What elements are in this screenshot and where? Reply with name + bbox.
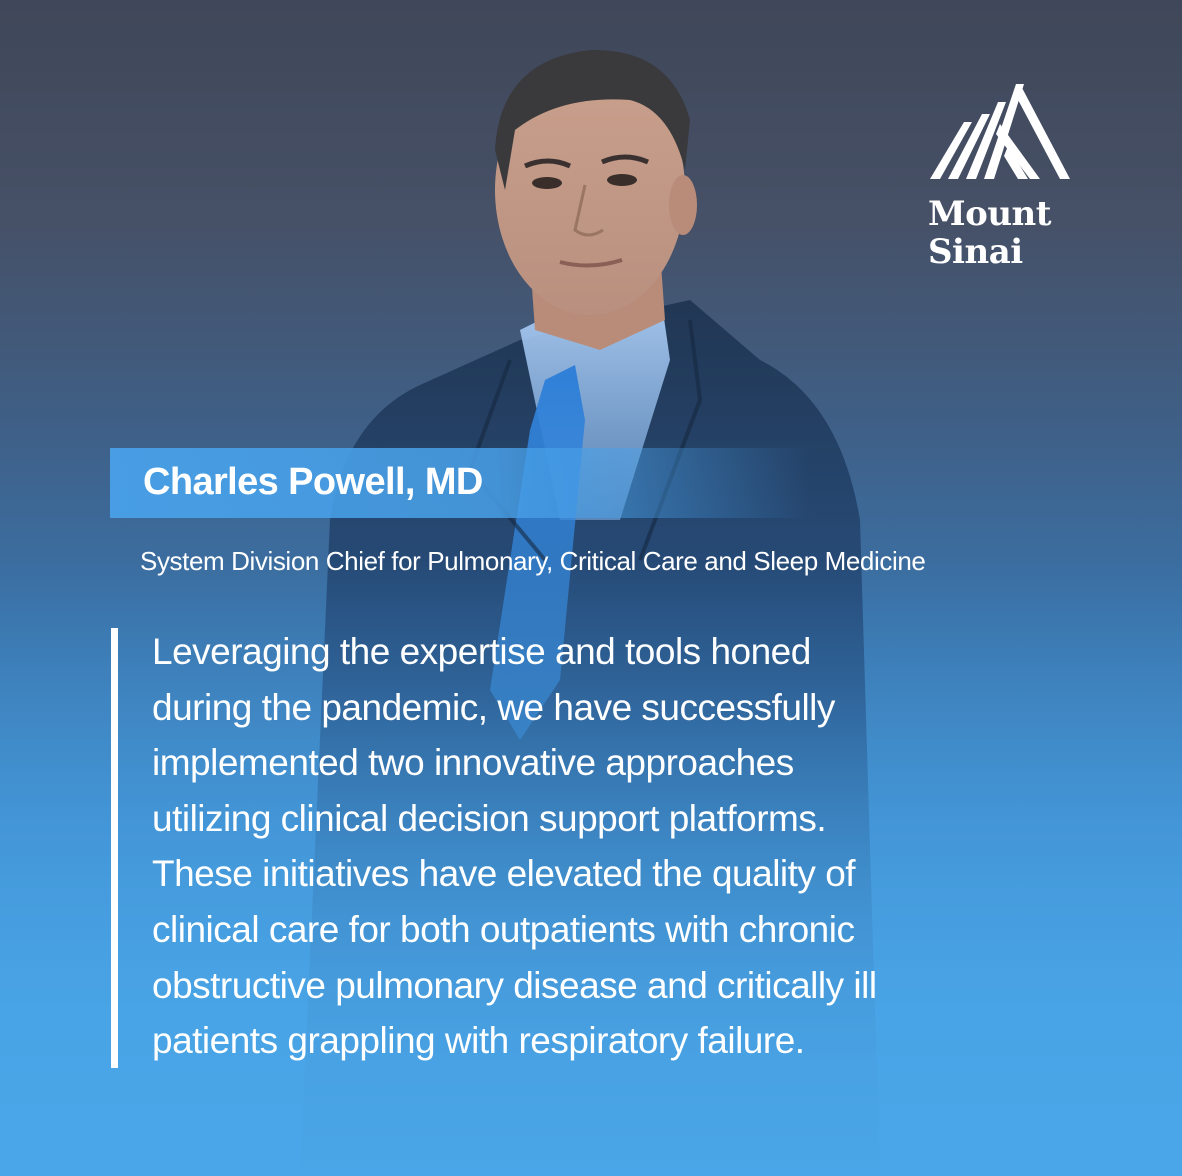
quote-line: during the pandemic, we have successfull… bbox=[152, 686, 835, 728]
quote-line: These initiatives have elevated the qual… bbox=[152, 853, 856, 895]
quote-text: Leveraging the expertise and tools honed… bbox=[152, 624, 1152, 1069]
quote-line: utilizing clinical decision support plat… bbox=[152, 797, 827, 839]
quote-line: implemented two innovative approaches bbox=[152, 742, 794, 784]
quote-line: obstructive pulmonary disease and critic… bbox=[152, 964, 877, 1006]
logo-word-sinai: Sinai bbox=[928, 232, 1023, 272]
person-name: Charles Powell, MD bbox=[143, 461, 483, 503]
quote-line: Leveraging the expertise and tools honed bbox=[152, 631, 811, 672]
person-title: System Division Chief for Pulmonary, Cri… bbox=[140, 546, 926, 576]
post-canvas: Mount Sinai Charles Powell, MD System Di… bbox=[0, 0, 1182, 1176]
quote-line: patients grappling with respiratory fail… bbox=[152, 1020, 805, 1062]
logo-word-mount: Mount bbox=[928, 194, 1051, 234]
mountain-peaks-icon bbox=[930, 84, 1070, 179]
quote-line: clinical care for both outpatients with … bbox=[152, 908, 855, 950]
quote-bar bbox=[111, 628, 118, 1068]
mount-sinai-logo: Mount Sinai bbox=[920, 84, 1090, 284]
